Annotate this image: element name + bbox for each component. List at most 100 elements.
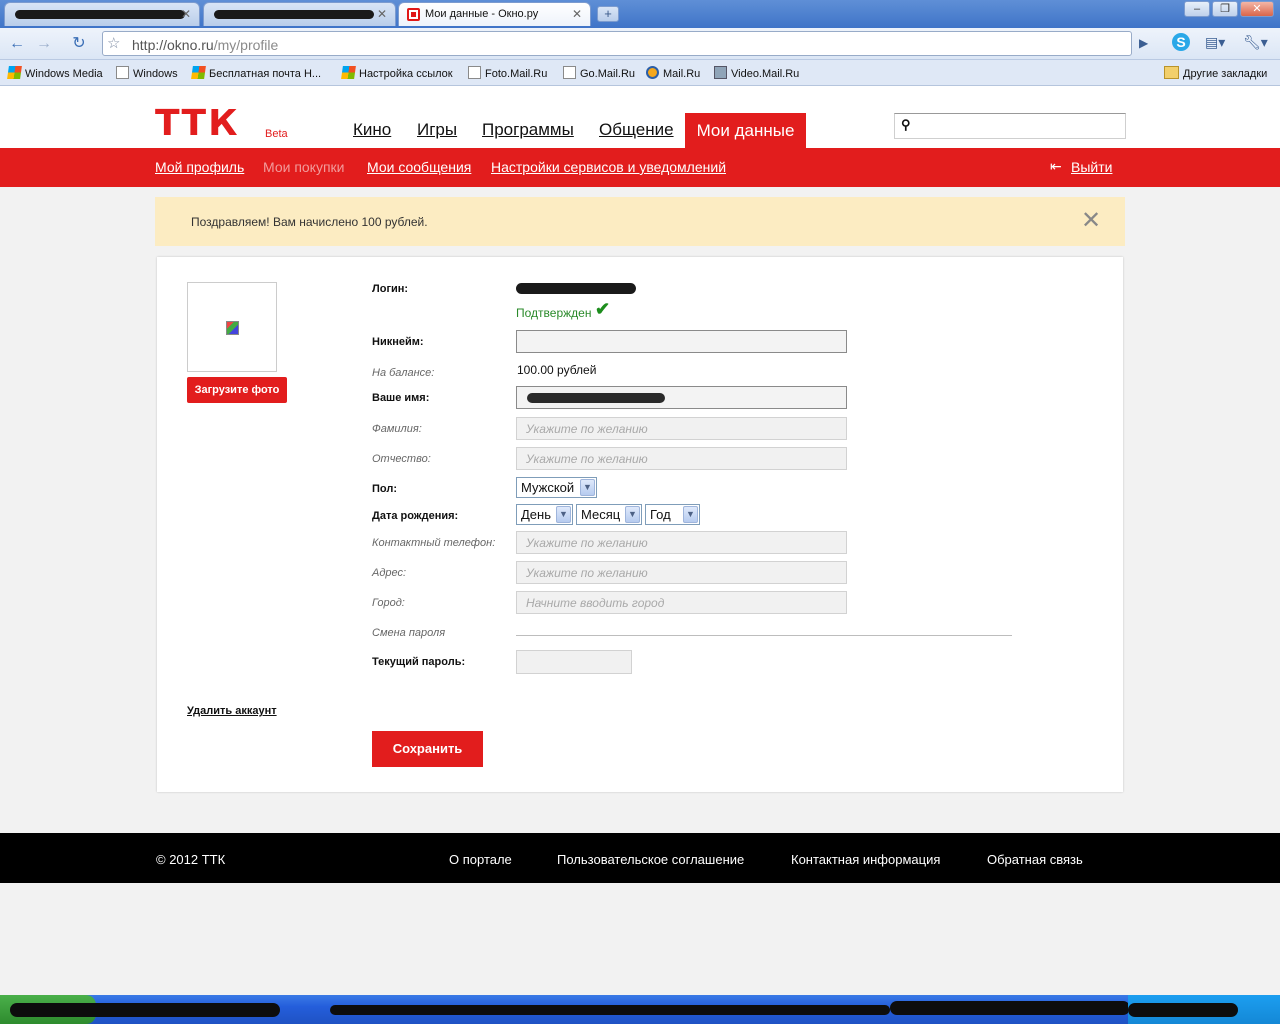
bookmark-free-mail[interactable]: Бесплатная почта Н... — [191, 66, 321, 80]
nav-igry[interactable]: Игры — [417, 120, 457, 140]
os-taskbar — [0, 995, 1280, 1024]
surname-input[interactable] — [517, 418, 846, 439]
tab-title: Мои данные - Окно.ру — [425, 8, 539, 20]
nav-kino[interactable]: Кино — [353, 120, 391, 140]
avatar — [187, 282, 277, 372]
surname-field[interactable] — [516, 417, 847, 440]
birth-month-value: Месяц — [581, 507, 621, 522]
patronymic-input[interactable] — [517, 448, 846, 469]
forward-icon[interactable]: → — [33, 33, 55, 55]
redacted-login — [516, 283, 636, 294]
bookmark-link-settings[interactable]: Настройка ссылок — [341, 66, 453, 80]
other-bookmarks[interactable]: Другие закладки — [1164, 66, 1267, 80]
nav-programmy[interactable]: Программы — [482, 120, 574, 140]
copyright: © 2012 ТТК — [156, 852, 226, 867]
footer-feedback[interactable]: Обратная связь — [987, 852, 1083, 867]
gender-value: Мужской — [521, 480, 575, 495]
nickname-input[interactable] — [517, 331, 846, 352]
browser-tab-strip: ✕ ✕ Мои данные - Окно.ру ✕ + – ❐ ✕ — [0, 0, 1280, 28]
birth-day-value: День — [521, 507, 551, 522]
wrench-menu-icon[interactable]: 🔧︎▾ — [1243, 34, 1268, 51]
nickname-field[interactable] — [516, 330, 847, 353]
new-tab-button[interactable]: + — [597, 6, 619, 22]
bookmark-go-mail[interactable]: Go.Mail.Ru — [563, 66, 635, 80]
checkmark-icon: ✔ — [595, 299, 611, 319]
subnav-my-messages[interactable]: Мои сообщения — [367, 159, 471, 175]
close-window-icon[interactable]: ✕ — [1240, 1, 1274, 17]
mail-icon — [646, 66, 659, 79]
okno-favicon-icon — [407, 8, 420, 21]
site-search-input[interactable]: ⚲ — [894, 113, 1126, 139]
browser-tab-active[interactable]: Мои данные - Окно.ру ✕ — [398, 2, 591, 26]
url-text: http://okno.ru/my/profile — [132, 37, 279, 53]
city-input[interactable] — [517, 592, 846, 613]
password-change-label: Смена пароля — [372, 627, 446, 639]
browser-tab-2[interactable]: ✕ — [203, 2, 396, 26]
current-password-label: Текущий пароль: — [372, 656, 466, 668]
folder-icon — [1164, 66, 1179, 79]
back-icon[interactable]: ← — [6, 33, 28, 55]
current-password-field[interactable] — [516, 650, 632, 674]
notice-text: Поздравляем! Вам начислено 100 рублей. — [191, 215, 428, 229]
logout-link[interactable]: Выйти — [1071, 159, 1112, 175]
phone-input[interactable] — [517, 532, 846, 553]
birth-month-select[interactable]: Месяц ▼ — [576, 504, 642, 525]
bookmarks-bar: Windows Media Windows Бесплатная почта Н… — [0, 60, 1280, 86]
patronymic-field[interactable] — [516, 447, 847, 470]
verified-status: Подтвержден — [516, 306, 592, 320]
windows-logo-icon — [341, 66, 356, 79]
chevron-down-icon: ▼ — [580, 479, 595, 496]
nav-my-data[interactable]: Мои данные — [685, 113, 806, 148]
address-input[interactable] — [517, 562, 846, 583]
close-tab-icon[interactable]: ✕ — [572, 7, 582, 21]
chevron-down-icon: ▼ — [556, 506, 571, 523]
browser-tab-1[interactable]: ✕ — [4, 2, 200, 26]
footer-contacts[interactable]: Контактная информация — [791, 852, 940, 867]
save-button[interactable]: Сохранить — [372, 731, 483, 767]
subnav-settings[interactable]: Настройки сервисов и уведомлений — [491, 159, 726, 175]
nav-obshchenie[interactable]: Общение — [599, 120, 674, 140]
close-notice-icon[interactable]: ✕ — [1081, 207, 1101, 235]
footer-terms[interactable]: Пользовательское соглашение — [557, 852, 744, 867]
bookmark-windows[interactable]: Windows — [116, 66, 178, 80]
minimize-icon[interactable]: – — [1184, 1, 1210, 17]
reload-icon[interactable]: ↻ — [68, 33, 90, 55]
sub-nav: Мой профиль Мои покупки Мои сообщения На… — [0, 148, 1280, 187]
page-menu-icon[interactable]: ▤▾ — [1205, 34, 1225, 51]
subnav-my-profile[interactable]: Мой профиль — [155, 159, 244, 175]
ttk-logo[interactable]: ТТК — [155, 106, 240, 142]
upload-photo-button[interactable]: Загрузите фото — [187, 377, 287, 403]
page-icon — [468, 66, 481, 79]
chevron-down-icon: ▼ — [683, 506, 698, 523]
close-tab-icon[interactable]: ✕ — [377, 7, 387, 21]
skype-icon[interactable]: S — [1172, 33, 1190, 51]
bookmark-windows-media[interactable]: Windows Media — [7, 66, 103, 80]
nickname-label: Никнейм: — [372, 336, 424, 348]
chevron-down-icon: ▼ — [625, 506, 640, 523]
bookmark-video-mail[interactable]: Video.Mail.Ru — [714, 66, 799, 80]
redacted-taskbar — [330, 1005, 890, 1015]
close-tab-icon[interactable]: ✕ — [181, 7, 191, 21]
balance-value: 100.00 рублей — [517, 363, 597, 377]
search-icon: ⚲ — [901, 117, 911, 132]
address-bar[interactable]: ☆ http://okno.ru/my/profile — [102, 31, 1132, 56]
name-field[interactable] — [516, 386, 847, 409]
logout-icon: ⇤ — [1050, 158, 1062, 174]
bookmark-foto-mail[interactable]: Foto.Mail.Ru — [468, 66, 547, 80]
section-divider — [516, 635, 1012, 636]
gender-select[interactable]: Мужской ▼ — [516, 477, 597, 498]
balance-label: На балансе: — [372, 367, 435, 379]
footer-about[interactable]: О портале — [449, 852, 512, 867]
phone-field[interactable] — [516, 531, 847, 554]
city-field[interactable] — [516, 591, 847, 614]
birth-day-select[interactable]: День ▼ — [516, 504, 573, 525]
address-field[interactable] — [516, 561, 847, 584]
redacted-taskbar — [890, 1001, 1130, 1015]
restore-icon[interactable]: ❐ — [1212, 1, 1238, 17]
go-icon[interactable]: ▶ — [1139, 36, 1148, 50]
bookmark-mail-ru[interactable]: Mail.Ru — [646, 66, 700, 80]
delete-account-link[interactable]: Удалить аккаунт — [187, 705, 277, 717]
subnav-my-purchases[interactable]: Мои покупки — [263, 159, 345, 175]
birth-year-select[interactable]: Год ▼ — [645, 504, 700, 525]
bookmark-star-icon[interactable]: ☆ — [107, 34, 120, 52]
